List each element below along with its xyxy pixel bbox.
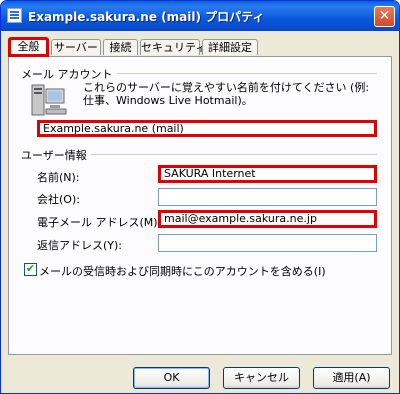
tab-general[interactable]: 全般 (8, 37, 49, 57)
user-info-group-label: ユーザー情報 (21, 147, 91, 163)
tab-security[interactable]: セキュリティ (140, 39, 206, 55)
title-bar[interactable]: Example.sakura.ne (mail) プロパティ ✕ (1, 1, 399, 31)
email-label: 電子メール アドレス(M): (37, 216, 162, 229)
account-name-description: これらのサーバーに覚えやすい名前を付けてください (例: 仕事、Windows … (83, 81, 370, 107)
reply-address-label: 返信アドレス(Y): (37, 239, 123, 252)
cancel-button[interactable]: キャンセル (223, 367, 300, 389)
tab-servers[interactable]: サーバー (51, 39, 101, 55)
include-account-checkbox[interactable]: ✔ (24, 263, 37, 276)
mail-account-group-label: メール アカウント (21, 66, 117, 82)
server-computer-icon (31, 84, 67, 116)
window-icon (7, 8, 22, 23)
name-label: 名前(N): (37, 171, 80, 184)
apply-button[interactable]: 適用(A) (313, 367, 390, 389)
window-title: Example.sakura.ne (mail) プロパティ (28, 10, 265, 24)
account-name-input[interactable]: Example.sakura.ne (mail) (37, 120, 377, 137)
company-label: 会社(O): (37, 193, 80, 206)
ok-button[interactable]: OK (133, 367, 210, 389)
company-input[interactable] (158, 188, 377, 206)
tab-connection[interactable]: 接続 (103, 39, 138, 55)
tab-advanced[interactable]: 詳細設定 (202, 39, 258, 55)
reply-address-input[interactable] (158, 234, 377, 252)
close-button[interactable]: ✕ (374, 6, 395, 27)
properties-dialog: Example.sakura.ne (mail) プロパティ ✕ 全般 サーバー… (0, 0, 400, 394)
email-input[interactable]: mail@example.sakura.ne.jp (158, 210, 377, 228)
include-account-label[interactable]: メールの受信時および同期時にこのアカウントを含める(I) (39, 263, 326, 279)
name-input[interactable]: SAKURA Internet (158, 165, 377, 183)
